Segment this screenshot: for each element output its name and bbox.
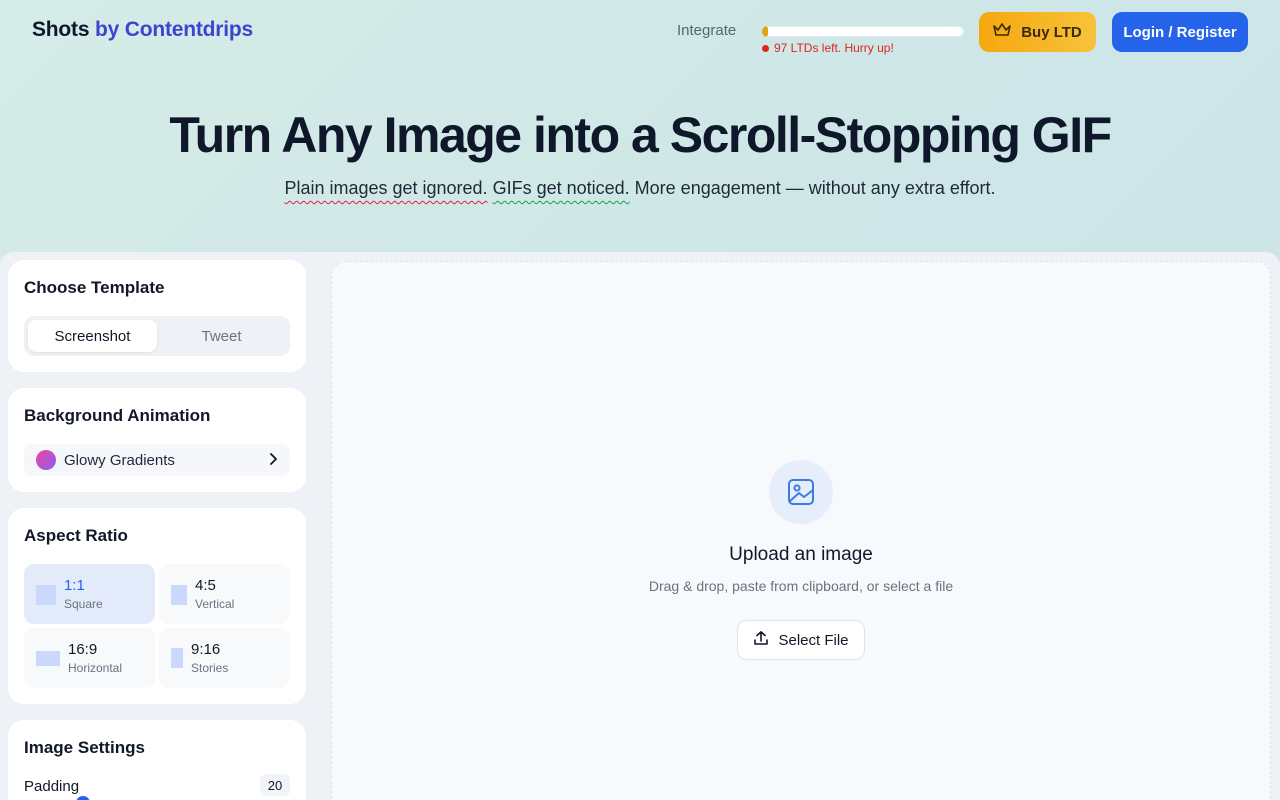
template-toggle: Screenshot Tweet (24, 316, 290, 356)
upload-title: Upload an image (729, 544, 873, 565)
stories-ratio-icon (171, 648, 183, 668)
buy-ltd-button[interactable]: Buy LTD (979, 12, 1096, 52)
aspect-option-vertical[interactable]: 4:5 Vertical (159, 564, 290, 624)
padding-slider-handle[interactable] (76, 796, 90, 800)
aspect-option-stories[interactable]: 9:16 Stories (159, 628, 290, 688)
aspect-ratio-label: 4:5 (195, 577, 216, 594)
aspect-ratio-name: Square (64, 597, 103, 611)
integrate-link[interactable]: Integrate (677, 22, 736, 39)
horizontal-ratio-icon (36, 651, 60, 666)
gradient-swatch-icon (36, 450, 56, 470)
hero-subtitle: Plain images get ignored. GIFs get notic… (0, 178, 1280, 199)
brand-secondary: by Contentdrips (94, 18, 253, 41)
ltd-progress-fill (762, 26, 769, 37)
image-settings-title: Image Settings (24, 738, 145, 757)
crown-icon (993, 23, 1012, 41)
aspect-option-square[interactable]: 1:1 Square (24, 564, 155, 624)
background-title: Background Animation (24, 406, 211, 425)
upload-subtitle: Drag & drop, paste from clipboard, or se… (648, 578, 954, 594)
square-ratio-icon (36, 585, 56, 605)
login-register-button[interactable]: Login / Register (1112, 12, 1248, 52)
aspect-ratio-label: 16:9 (68, 641, 98, 658)
template-title: Choose Template (24, 278, 165, 297)
aspect-option-horizontal[interactable]: 16:9 Horizontal (24, 628, 155, 688)
ltd-note: 97 LTDs left. Hurry up! (762, 41, 964, 55)
background-select[interactable]: Glowy Gradients (24, 444, 290, 476)
hero-sub-rest: More engagement — without any extra effo… (634, 178, 996, 198)
upload-dropzone[interactable]: Upload an image Drag & drop, paste from … (331, 261, 1271, 800)
image-icon (769, 460, 833, 524)
hero-sub-noticed: GIFs get noticed. (492, 178, 630, 198)
template-screenshot-tab[interactable]: Screenshot (28, 320, 157, 352)
ltd-note-text: 97 LTDs left. Hurry up! (774, 41, 894, 55)
select-file-button[interactable]: Select File (737, 620, 865, 660)
brand-primary: Shots (32, 18, 90, 41)
aspect-ratio-name: Vertical (195, 597, 235, 611)
ltd-progress: 97 LTDs left. Hurry up! (762, 26, 964, 55)
alert-dot-icon (762, 44, 769, 52)
image-settings-card: Image Settings Padding 20 (8, 720, 306, 800)
padding-label: Padding (24, 778, 80, 795)
aspect-card: Aspect Ratio 1:1 Square 4:5 Vertical 16:… (8, 508, 306, 704)
hero-title: Turn Any Image into a Scroll-Stopping GI… (169, 107, 1112, 163)
template-card: Choose Template Screenshot Tweet (8, 260, 306, 372)
ltd-progress-track (762, 26, 964, 37)
background-selected-label: Glowy Gradients (64, 451, 175, 469)
upload-icon (753, 630, 769, 650)
top-header: Shots by Contentdrips Integrate 97 LTDs … (0, 0, 1280, 64)
aspect-ratio-name: Stories (191, 661, 229, 675)
background-card: Background Animation Glowy Gradients (8, 388, 306, 492)
padding-value[interactable]: 20 (260, 774, 290, 796)
brand-logo[interactable]: Shots by Contentdrips (32, 18, 253, 42)
select-file-label: Select File (778, 631, 849, 649)
aspect-title: Aspect Ratio (24, 526, 128, 545)
aspect-ratio-label: 1:1 (64, 577, 85, 594)
vertical-ratio-icon (171, 585, 187, 605)
aspect-ratio-name: Horizontal (68, 661, 123, 675)
template-tweet-tab[interactable]: Tweet (157, 320, 286, 352)
aspect-ratio-label: 9:16 (191, 641, 221, 658)
buy-ltd-label: Buy LTD (1021, 23, 1082, 41)
hero-sub-ignored: Plain images get ignored. (284, 178, 488, 198)
chevron-right-icon (268, 452, 278, 468)
